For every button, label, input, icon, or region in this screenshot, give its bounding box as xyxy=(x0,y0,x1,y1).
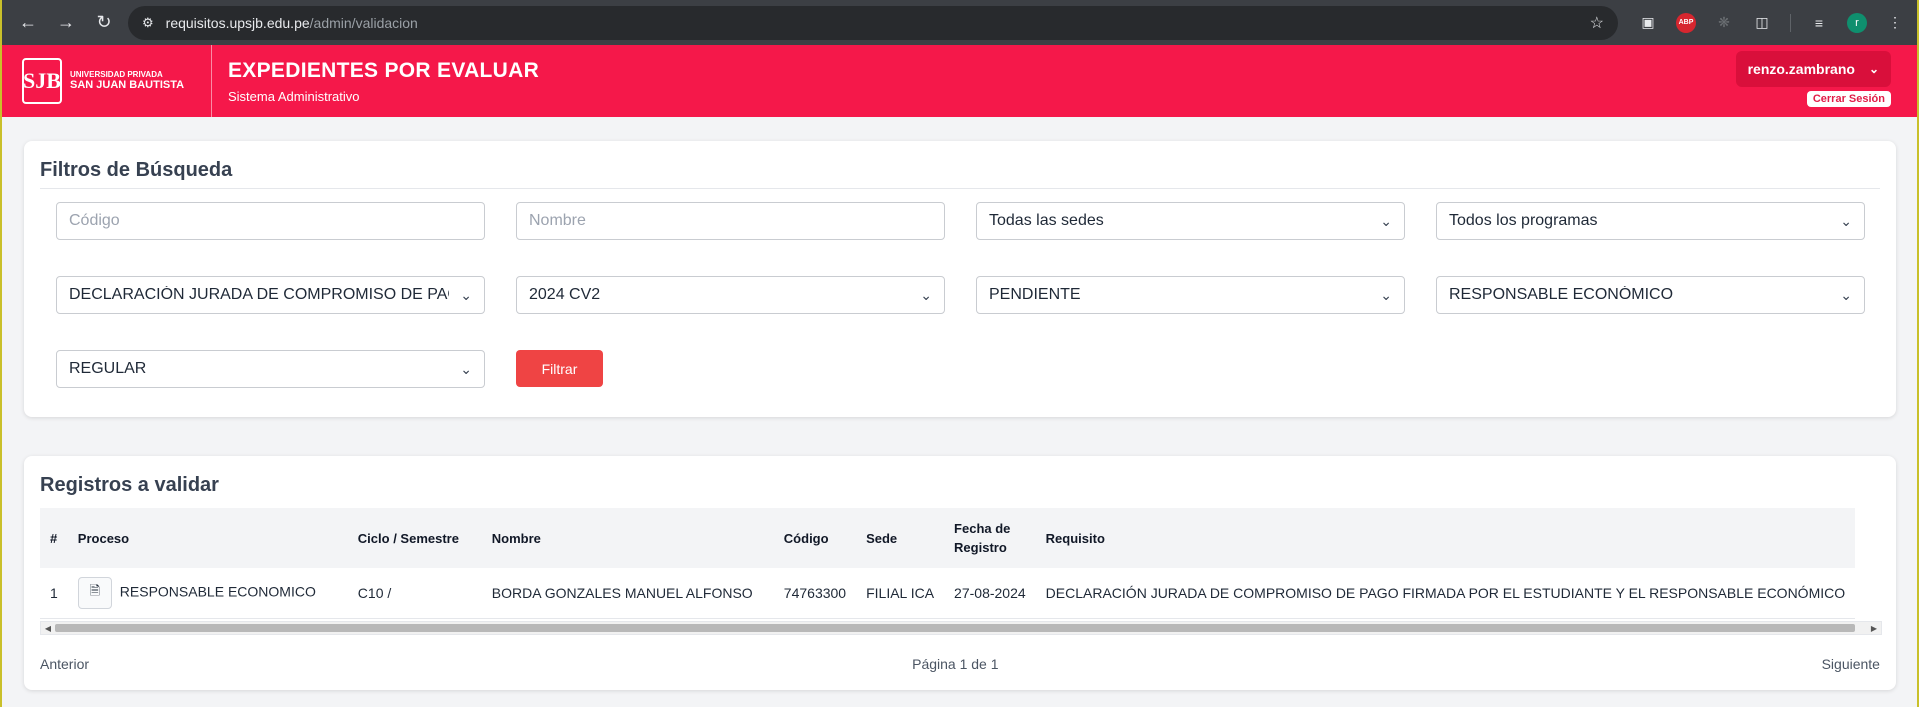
page-title: EXPEDIENTES POR EVALUAR xyxy=(228,58,540,82)
forward-icon[interactable]: → xyxy=(52,9,80,37)
menu-kebab-icon[interactable]: ⋮ xyxy=(1885,13,1905,33)
records-title: Registros a validar xyxy=(40,474,219,496)
scrollbar-thumb[interactable] xyxy=(55,624,1855,632)
playlist-icon[interactable]: ≡ xyxy=(1809,13,1829,33)
programa-select[interactable]: Todos los programas ⌄ xyxy=(1436,202,1865,240)
chevron-down-icon: ⌄ xyxy=(460,286,472,303)
bookmark-star-icon[interactable]: ☆ xyxy=(1590,13,1604,33)
requisito-select[interactable]: DECLARACIÓN JURADA DE COMPROMISO DE PAGO… xyxy=(56,276,485,314)
reload-icon[interactable]: ↻ xyxy=(90,9,118,37)
col-codigo: Código xyxy=(783,530,829,546)
toolbar-divider xyxy=(1790,13,1791,32)
puzzle-icon[interactable]: ◫ xyxy=(1752,13,1772,33)
table-row: 1 🗎 RESPONSABLE ECONOMICO C10 / BORDA GON… xyxy=(40,568,1856,619)
filters-divider xyxy=(40,188,1880,189)
chevron-down-icon: ⌄ xyxy=(1380,286,1392,303)
estado-value: PENDIENTE xyxy=(989,286,1081,303)
chevron-down-icon: ⌄ xyxy=(1868,62,1879,76)
responsable-value: RESPONSABLE ECONÓMICO xyxy=(1449,286,1674,303)
col-sede: Sede xyxy=(866,530,898,546)
records-table-wrapper[interactable]: # Proceso Ciclo / Semestre Nombre Código… xyxy=(40,508,1882,619)
user-menu-button[interactable]: renzo.zambrano ⌄ xyxy=(1735,51,1891,87)
url-path: /admin/validacion xyxy=(309,14,418,31)
chevron-down-icon: ⌄ xyxy=(1380,212,1392,229)
cell-fecha: 27-08-2024 xyxy=(944,568,1036,619)
chevron-down-icon: ⌄ xyxy=(1840,212,1852,229)
periodo-value: 2024 CV2 xyxy=(529,286,601,303)
col-nombre: Nombre xyxy=(491,530,541,546)
scroll-left-icon[interactable]: ◀ xyxy=(41,622,55,634)
records-table: # Proceso Ciclo / Semestre Nombre Código… xyxy=(40,508,1856,619)
cell-nombre: BORDA GONZALES MANUEL ALFONSO xyxy=(481,568,774,619)
chevron-down-icon: ⌄ xyxy=(460,360,472,377)
logo-big-text: SAN JUAN BAUTISTA xyxy=(70,79,185,92)
cell-codigo: 74763300 xyxy=(773,568,857,619)
responsable-select[interactable]: RESPONSABLE ECONÓMICO ⌄ xyxy=(1436,276,1865,314)
back-icon[interactable]: ← xyxy=(14,9,42,37)
col-ciclo: Ciclo / Semestre xyxy=(357,530,459,546)
nombre-input[interactable]: Nombre xyxy=(516,202,945,240)
filters-card: Filtros de Búsqueda Código Nombre Todas … xyxy=(24,141,1896,417)
col-proceso: Proceso xyxy=(77,530,130,546)
address-bar[interactable]: ⚙ requisitos.upsjb.edu.pe/admin/validaci… xyxy=(128,5,1618,40)
codigo-placeholder: Código xyxy=(69,212,120,229)
col-fecha: Fecha de Registro xyxy=(944,508,1036,568)
horizontal-scrollbar[interactable]: ◀ ▶ xyxy=(40,621,1882,635)
logo-mark: SJB xyxy=(22,58,62,104)
pagination: Anterior Página 1 de 1 Siguiente xyxy=(40,656,1880,672)
scroll-right-icon[interactable]: ▶ xyxy=(1867,622,1881,634)
sede-value: Todas las sedes xyxy=(989,212,1104,229)
cell-num: 1 xyxy=(40,568,68,619)
col-fecha-line2: Registro xyxy=(954,540,1007,555)
programa-value: Todos los programas xyxy=(1449,212,1598,229)
table-header-row: # Proceso Ciclo / Semestre Nombre Código… xyxy=(40,508,1856,568)
requisito-value: DECLARACIÓN JURADA DE COMPROMISO DE PAGO… xyxy=(69,286,449,303)
sede-select[interactable]: Todas las sedes ⌄ xyxy=(976,202,1405,240)
nombre-placeholder: Nombre xyxy=(529,212,586,229)
modalidad-select[interactable]: REGULAR ⌄ xyxy=(56,350,485,388)
chevron-down-icon: ⌄ xyxy=(920,286,932,303)
username: renzo.zambrano xyxy=(1747,61,1855,77)
next-page-button[interactable]: Siguiente xyxy=(1822,656,1880,672)
logout-button[interactable]: Cerrar Sesión xyxy=(1806,91,1891,107)
filters-title: Filtros de Búsqueda xyxy=(40,159,233,181)
url-host: requisitos.upsjb.edu.pe xyxy=(165,14,310,31)
cell-ciclo: C10 / xyxy=(347,568,482,619)
col-requisito: Requisito xyxy=(1045,530,1105,546)
browser-toolbar: ← → ↻ ⚙ requisitos.upsjb.edu.pe/admin/va… xyxy=(2,0,1917,45)
cell-sede: FILIAL ICA xyxy=(856,568,945,619)
cell-proceso-text: RESPONSABLE ECONOMICO xyxy=(119,583,316,600)
col-num: # xyxy=(50,530,58,546)
profile-avatar[interactable]: r xyxy=(1847,12,1867,33)
modalidad-value: REGULAR xyxy=(69,360,147,377)
estado-select[interactable]: PENDIENTE ⌄ xyxy=(976,276,1405,314)
records-card: Registros a validar # Proceso Ciclo / Se… xyxy=(24,456,1896,690)
view-document-icon[interactable]: 🗎 xyxy=(77,576,112,609)
cell-proceso: 🗎 RESPONSABLE ECONOMICO xyxy=(67,568,348,619)
filter-button[interactable]: Filtrar xyxy=(516,350,603,387)
col-fecha-line1: Fecha de xyxy=(954,520,1011,536)
chevron-down-icon: ⌄ xyxy=(1840,286,1852,303)
university-logo[interactable]: SJB UNIVERSIDAD PRIVADA SAN JUAN BAUTIST… xyxy=(2,45,212,117)
app-header: SJB UNIVERSIDAD PRIVADA SAN JUAN BAUTIST… xyxy=(2,45,1917,117)
extension-gear-icon[interactable]: ❋ xyxy=(1714,13,1734,33)
prev-page-button[interactable]: Anterior xyxy=(40,656,89,672)
page-info: Página 1 de 1 xyxy=(912,656,999,672)
logo-small-text: UNIVERSIDAD PRIVADA xyxy=(70,69,163,79)
site-info-icon[interactable]: ⚙ xyxy=(142,15,154,31)
codigo-input[interactable]: Código xyxy=(56,202,485,240)
adblock-icon[interactable]: ABP xyxy=(1676,12,1696,33)
cell-requisito: DECLARACIÓN JURADA DE COMPROMISO DE PAGO… xyxy=(1035,568,1856,619)
periodo-select[interactable]: 2024 CV2 ⌄ xyxy=(516,276,945,314)
page-subtitle: Sistema Administrativo xyxy=(228,88,360,104)
briefcase-icon[interactable]: ▣ xyxy=(1638,13,1658,33)
